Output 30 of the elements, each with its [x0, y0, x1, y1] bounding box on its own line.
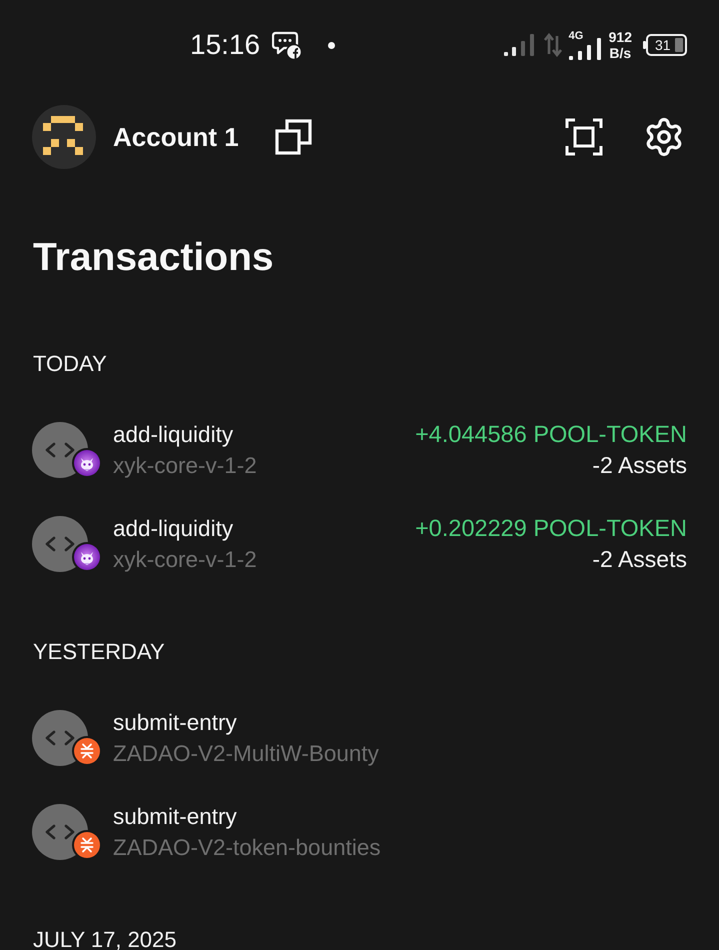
contract-name: xyk-core-v-1-2 — [113, 452, 257, 480]
speed-unit: B/s — [609, 45, 632, 61]
status-time: 15:16 — [190, 29, 260, 61]
pixel-avatar-icon[interactable] — [32, 105, 96, 169]
received-amount: +4.044586 POOL-TOKEN — [415, 420, 687, 449]
function-name: add-liquidity — [113, 515, 234, 543]
data-arrows-icon — [544, 33, 562, 57]
battery-icon — [643, 34, 687, 56]
chat-notification-icon — [272, 30, 302, 60]
network-type: 4G — [568, 30, 584, 42]
sent-assets: -2 Assets — [592, 451, 687, 480]
speed-value: 912 — [608, 29, 632, 45]
scan-icon[interactable] — [565, 118, 603, 156]
contract-name: xyk-core-v-1-2 — [113, 546, 257, 574]
account-name[interactable]: Account 1 — [113, 121, 239, 153]
signal-bars-icon — [568, 38, 602, 60]
battery-percent: 31 — [655, 37, 671, 53]
function-name: add-liquidity — [113, 421, 234, 449]
function-name: submit-entry — [113, 803, 237, 831]
signal-bars-icon — [504, 34, 534, 56]
copy-icon[interactable] — [274, 119, 312, 155]
function-name: submit-entry — [113, 709, 237, 737]
section-date: YESTERDAY — [33, 638, 165, 666]
sent-assets: -2 Assets — [592, 545, 687, 574]
contract-name: ZADAO-V2-MultiW-Bounty — [113, 740, 379, 768]
page-title: Transactions — [33, 235, 274, 281]
section-date: JULY 17, 2025 — [33, 926, 177, 950]
contract-name: ZADAO-V2-token-bounties — [113, 834, 381, 862]
received-amount: +0.202229 POOL-TOKEN — [415, 514, 687, 543]
section-date: TODAY — [33, 350, 107, 378]
